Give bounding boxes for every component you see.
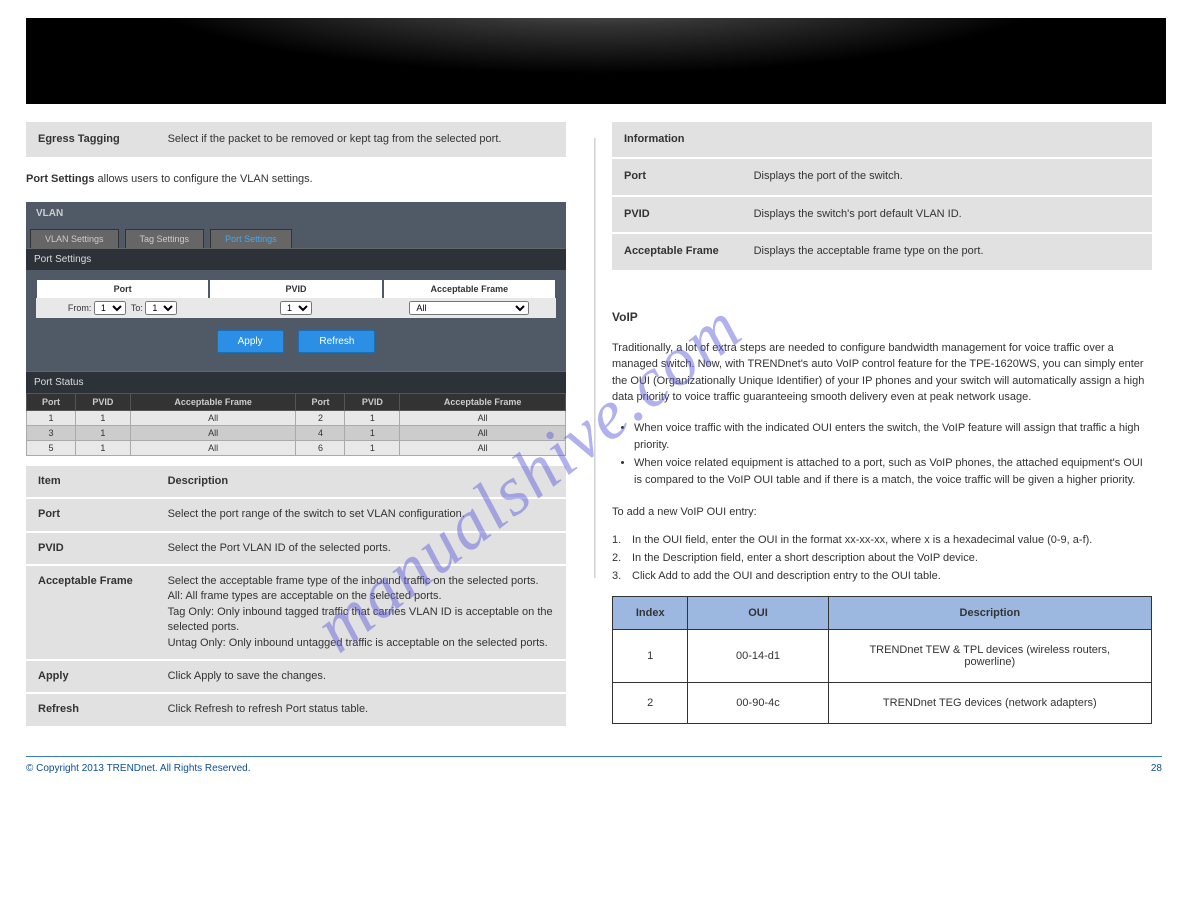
step-2: 2.In the Description field, enter a shor… [612,552,1152,564]
port-status-section-bar: Port Status [26,371,566,393]
tab-vlan-settings[interactable]: VLAN Settings [30,229,119,248]
ex-r1-1: 00-90-4c [688,683,828,724]
refresh-button[interactable]: Refresh [298,330,375,353]
port-settings-section-bar: Port Settings [26,248,566,270]
copyright-text: © Copyright 2013 TRENDnet. All Rights Re… [26,763,251,774]
ps-head-pvid: PVID [210,280,381,298]
it-r4-l: Refresh [26,694,156,725]
apply-button[interactable]: Apply [217,330,284,353]
ex-r0-2: TRENDnet TEW & TPL devices (wireless rou… [828,630,1151,683]
egress-tagging-table: Egress Tagging Select if the packet to b… [26,122,566,157]
st-h2: Acceptable Frame [130,393,296,410]
ex-r0-1: 00-14-d1 [688,630,828,683]
column-divider [594,138,596,578]
st-h5: Acceptable Frame [400,393,566,410]
rt-r0-d: Displays the port of the switch. [742,159,1152,194]
ex-r1-0: 2 [613,683,688,724]
egress-label: Egress Tagging [26,122,156,157]
info-header: Information [612,122,1152,157]
ex-r1-2: TRENDnet TEG devices (network adapters) [828,683,1151,724]
egress-desc: Select if the packet to be removed or ke… [156,122,566,157]
voip-bullet-list: When voice traffic with the indicated OU… [634,420,1152,490]
it-r1-d: Select the Port VLAN ID of the selected … [156,533,566,564]
voip-bullet-1: When voice traffic with the indicated OU… [634,420,1152,455]
vlan-screenshot-panel: VLAN VLAN Settings Tag Settings Port Set… [26,202,566,456]
ps-port-cell: From: 1 To: 1 [36,298,209,318]
port-status-table: Port PVID Acceptable Frame Port PVID Acc… [26,393,566,456]
port-settings-intro-text: allows users to configure the VLAN setti… [94,173,312,185]
it-r3-l: Apply [26,661,156,692]
ex-h2: Description [828,597,1151,630]
st-h0: Port [27,393,76,410]
rt-r0-l: Port [612,159,742,194]
st-h3: Port [296,393,345,410]
pvid-select[interactable]: 1 [280,301,312,315]
it-r2-l: Acceptable Frame [26,566,156,659]
to-select[interactable]: 1 [145,301,177,315]
frame-select[interactable]: All [409,301,529,315]
page-footer: © Copyright 2013 TRENDnet. All Rights Re… [26,756,1162,774]
ex-h1: OUI [688,597,828,630]
rt-r1-d: Displays the switch's port default VLAN … [742,197,1152,232]
it-r1-l: PVID [26,533,156,564]
tab-tag-settings[interactable]: Tag Settings [125,229,205,248]
ps-frame-cell: All [383,298,556,318]
it-r4-d: Click Refresh to refresh Port status tab… [156,694,566,725]
vlan-tabs: VLAN Settings Tag Settings Port Settings [26,225,566,248]
rt-r2-l: Acceptable Frame [612,234,742,269]
it-r0-l: Port [26,499,156,530]
ex-r0-0: 1 [613,630,688,683]
it-h0: Item [26,466,156,497]
ps-pvid-cell: 1 [209,298,382,318]
it-r3-d: Click Apply to save the changes. [156,661,566,692]
port-settings-items-table: ItemDescription PortSelect the port rang… [26,466,566,726]
page-number: 28 [1151,763,1162,774]
st-h4: PVID [345,393,400,410]
it-r0-d: Select the port range of the switch to s… [156,499,566,530]
info-port-table: Information PortDisplays the port of the… [612,122,1152,270]
ps-head-frame: Acceptable Frame [384,280,555,298]
from-select[interactable]: 1 [94,301,126,315]
tab-port-settings[interactable]: Port Settings [210,229,292,248]
voip-bullet-2: When voice related equipment is attached… [634,455,1152,490]
voip-heading: VoIP [612,310,1152,324]
st-h1: PVID [75,393,130,410]
it-h1: Description [156,466,566,497]
step-1: 1.In the OUI field, enter the OUI in the… [612,534,1152,546]
header-banner [26,18,1166,104]
voip-text-1: Traditionally, a lot of extra steps are … [612,340,1152,406]
ps-head-port: Port [37,280,208,298]
ex-h0: Index [613,597,688,630]
rt-r1-l: PVID [612,197,742,232]
rt-r2-d: Displays the acceptable frame type on th… [742,234,1152,269]
port-settings-label-bold: Port Settings [26,173,94,185]
voip-text-2: To add a new VoIP OUI entry: [612,504,1152,521]
step-3: 3.Click Add to add the OUI and descripti… [612,570,1152,582]
oui-example-table: Index OUI Description 1 00-14-d1 TRENDne… [612,596,1152,724]
it-r2-d: Select the acceptable frame type of the … [156,566,566,659]
port-settings-intro: Port Settings allows users to configure … [26,171,566,188]
vlan-title: VLAN [26,202,566,225]
